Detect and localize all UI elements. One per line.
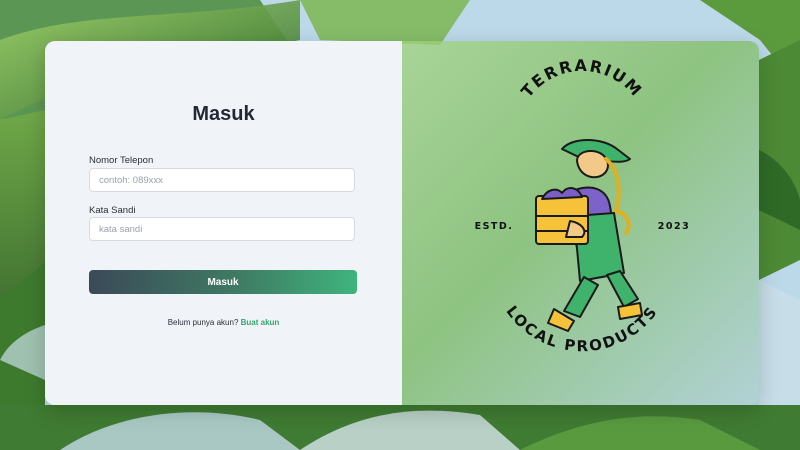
login-button[interactable]: Masuk xyxy=(89,270,357,294)
farmer-girl-illustration xyxy=(535,139,643,332)
login-card: Masuk Nomor Telepon Kata Sandi Masuk Bel… xyxy=(45,41,759,405)
phone-input[interactable] xyxy=(89,168,355,192)
signup-prompt-text: Belum punya akun? xyxy=(167,318,239,327)
password-input[interactable] xyxy=(89,217,355,241)
svg-text:TERRARIUM: TERRARIUM xyxy=(517,56,646,101)
year-label: 2023 xyxy=(658,221,690,232)
page-title: Masuk xyxy=(192,103,255,125)
login-form-panel: Masuk Nomor Telepon Kata Sandi Masuk Bel… xyxy=(45,41,402,405)
password-label: Kata Sandi xyxy=(89,205,136,216)
estd-label: ESTD. xyxy=(475,221,514,232)
brand-arc-top: TERRARIUM xyxy=(517,56,644,101)
terrarium-logo: TERRARIUM LOCAL PRODUCTS ESTD. 2023 xyxy=(475,56,690,355)
phone-label: Nomor Telepon xyxy=(89,155,154,166)
brand-panel: TERRARIUM LOCAL PRODUCTS ESTD. 2023 xyxy=(402,41,759,405)
create-account-link[interactable]: Buat akun xyxy=(241,318,280,327)
signup-prompt: Belum punya akun? Buat akun xyxy=(45,318,402,327)
